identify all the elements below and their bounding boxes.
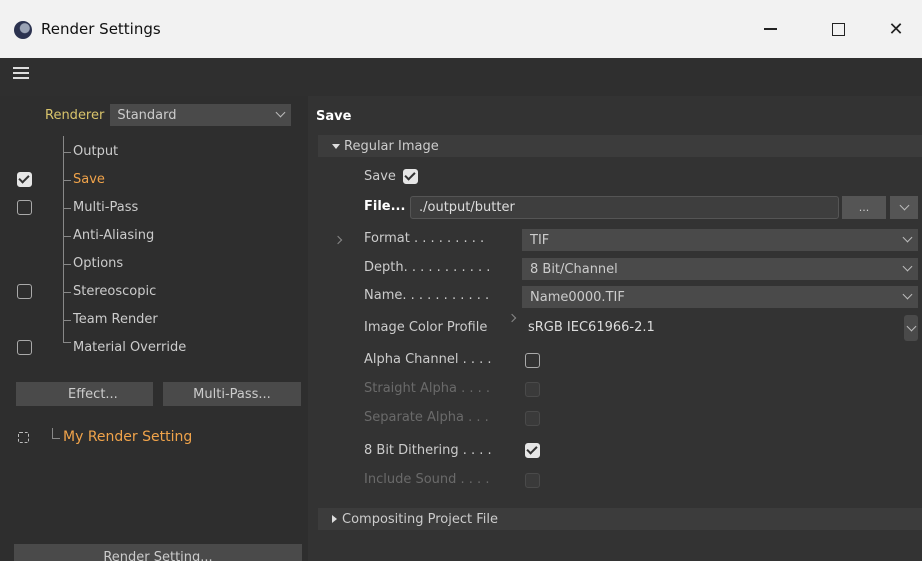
sidebar-item-output[interactable]: Output	[0, 138, 308, 166]
material-override-enable-checkbox[interactable]	[17, 340, 32, 355]
color-profile-label: Image Color Profile	[364, 320, 488, 335]
depth-value: 8 Bit/Channel	[530, 261, 618, 277]
depth-label: Depth. . . . . . . . . . .	[364, 260, 491, 275]
sidebar-item-label: Team Render	[73, 312, 158, 327]
minimize-button[interactable]	[750, 14, 790, 44]
sidebar-item-options[interactable]: Options	[0, 250, 308, 278]
render-setting-item[interactable]: My Render Setting	[0, 425, 308, 451]
render-setting-icon	[18, 432, 29, 443]
sidebar-item-label: Options	[73, 256, 124, 271]
renderer-value: Standard	[117, 107, 177, 123]
name-dropdown[interactable]: Name0000.TIF	[522, 286, 918, 308]
format-value: TIF	[530, 232, 550, 248]
chevron-down-icon	[899, 200, 909, 211]
sidebar-item-label: Save	[73, 172, 105, 187]
sidebar-item-label: Anti-Aliasing	[73, 228, 155, 243]
sidebar-item-label: Output	[73, 144, 119, 159]
regular-image-group-header[interactable]: Regular Image	[318, 135, 922, 157]
group-header-label: Compositing Project File	[342, 511, 498, 527]
stereoscopic-enable-checkbox[interactable]	[17, 284, 32, 299]
chevron-down-icon	[902, 289, 913, 300]
name-value: Name0000.TIF	[530, 289, 625, 305]
dithering-label: 8 Bit Dithering . . . .	[364, 443, 492, 458]
group-header-label: Regular Image	[344, 138, 439, 154]
sidebar-item-material-override[interactable]: Material Override	[0, 334, 308, 362]
title-bar: Render Settings ✕	[0, 0, 922, 58]
save-settings-panel: Save Regular Image Save File... ./output…	[308, 96, 922, 561]
save-label: Save	[364, 169, 396, 184]
renderer-label: Renderer	[45, 107, 105, 123]
multi-pass-enable-checkbox[interactable]	[17, 200, 32, 215]
chevron-down-icon	[906, 321, 917, 332]
dithering-checkbox[interactable]	[525, 443, 540, 458]
renderer-dropdown[interactable]: Standard	[110, 104, 292, 126]
close-button[interactable]: ✕	[876, 14, 916, 44]
sidebar-item-label: Stereoscopic	[73, 284, 157, 299]
depth-dropdown[interactable]: 8 Bit/Channel	[522, 258, 918, 280]
section-title: Save	[316, 109, 352, 124]
sidebar-item-multi-pass[interactable]: Multi-Pass	[0, 194, 308, 222]
chevron-down-icon	[902, 232, 913, 243]
sidebar-item-save[interactable]: Save	[0, 166, 308, 194]
hamburger-menu-icon[interactable]	[13, 67, 29, 81]
renderer-row: Renderer Standard	[45, 104, 292, 126]
format-dropdown[interactable]: TIF	[522, 229, 918, 251]
multi-pass-button[interactable]: Multi-Pass...	[163, 382, 301, 406]
color-profile-expand-icon[interactable]	[507, 313, 517, 323]
file-path-input[interactable]: ./output/butter	[410, 196, 839, 219]
expand-triangle-icon	[332, 143, 340, 149]
sidebar-item-label: Multi-Pass	[73, 200, 139, 215]
file-path-value: ./output/butter	[419, 200, 515, 215]
collapse-triangle-icon	[332, 515, 337, 523]
save-checkbox[interactable]	[403, 169, 418, 184]
name-label: Name. . . . . . . . . . .	[364, 288, 490, 303]
save-enable-checkbox[interactable]	[17, 172, 32, 187]
maximize-button[interactable]	[818, 14, 858, 44]
compositing-group-header[interactable]: Compositing Project File	[318, 508, 922, 530]
file-browse-button[interactable]: ...	[842, 196, 886, 219]
straight-alpha-label: Straight Alpha . . . .	[364, 381, 491, 396]
cinema4d-logo-icon	[14, 21, 32, 39]
format-expand-icon[interactable]	[333, 235, 343, 245]
window-title: Render Settings	[41, 20, 161, 38]
chevron-down-icon	[275, 107, 286, 118]
sidebar-item-anti-aliasing[interactable]: Anti-Aliasing	[0, 222, 308, 250]
effect-button[interactable]: Effect...	[16, 382, 153, 406]
settings-sidebar: Renderer Standard Output Save Multi-Pass…	[0, 96, 308, 561]
maximize-icon	[831, 22, 845, 36]
minimize-icon	[763, 28, 777, 30]
include-sound-checkbox	[525, 473, 540, 488]
render-setting-button[interactable]: Render Setting...	[14, 544, 302, 561]
render-setting-name: My Render Setting	[63, 429, 193, 445]
file-label[interactable]: File...	[364, 199, 405, 214]
sidebar-item-team-render[interactable]: Team Render	[0, 306, 308, 334]
separate-alpha-label: Separate Alpha . . .	[364, 410, 489, 425]
menu-bar	[0, 58, 922, 96]
chevron-down-icon	[902, 261, 913, 272]
alpha-channel-label: Alpha Channel . . . .	[364, 352, 492, 367]
sidebar-item-stereoscopic[interactable]: Stereoscopic	[0, 278, 308, 306]
format-label: Format . . . . . . . . .	[364, 231, 485, 246]
separate-alpha-checkbox	[525, 411, 540, 426]
alpha-channel-checkbox[interactable]	[525, 353, 540, 368]
color-profile-value[interactable]: sRGB IEC61966-2.1	[528, 320, 655, 335]
sidebar-item-label: Material Override	[73, 340, 187, 355]
file-options-button[interactable]	[890, 196, 918, 219]
straight-alpha-checkbox	[525, 382, 540, 397]
include-sound-label: Include Sound . . . .	[364, 472, 490, 487]
color-profile-dropdown[interactable]	[904, 315, 918, 341]
